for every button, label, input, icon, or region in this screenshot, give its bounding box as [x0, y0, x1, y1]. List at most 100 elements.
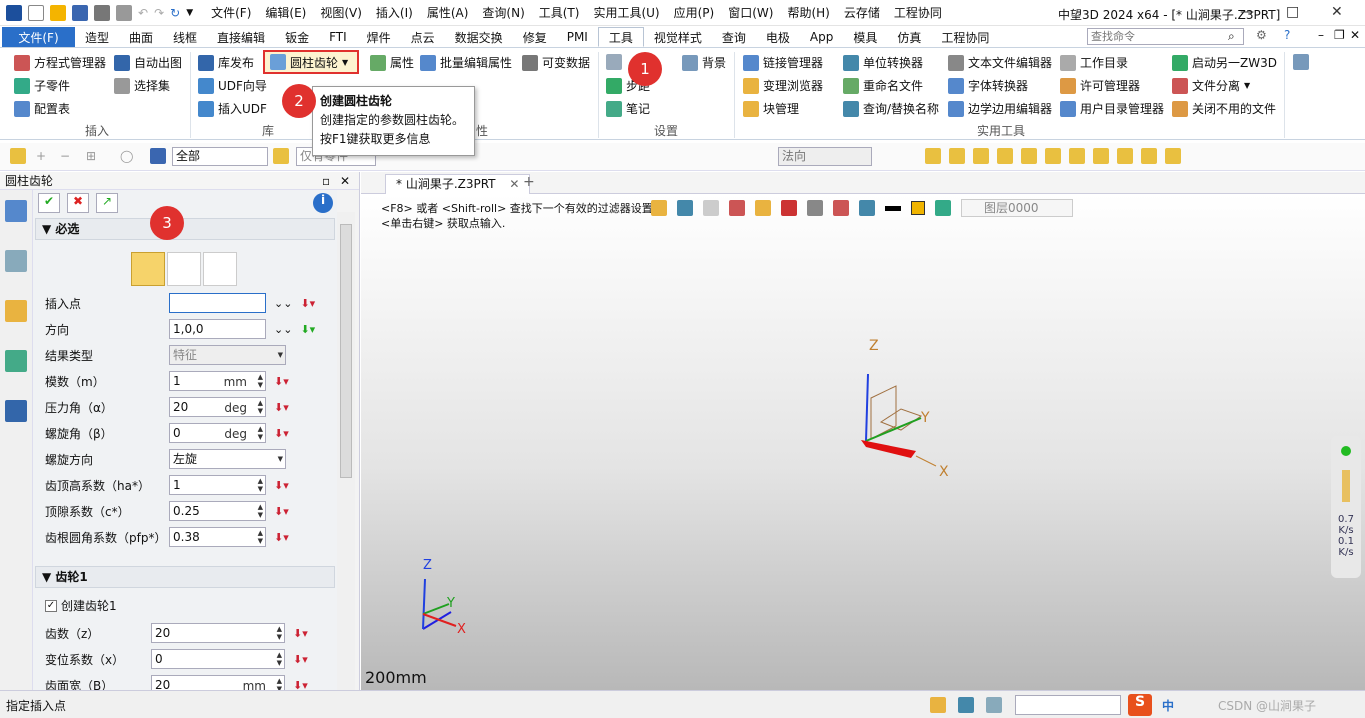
ribbon-tab[interactable]: 修复 — [513, 27, 557, 47]
gear-panel-icon[interactable] — [5, 200, 27, 222]
box-select-icon[interactable]: ⊞ — [86, 149, 96, 163]
sub-part-button[interactable]: 子零件 — [14, 77, 70, 94]
ribbon-tab[interactable]: 工程协同 — [931, 27, 999, 47]
user-directory-manager-button[interactable]: 用户目录管理器 — [1060, 100, 1164, 117]
field-input[interactable]: 20 mm ▲ ▼ — [151, 675, 285, 690]
menu-item[interactable]: 工程协同 — [894, 4, 942, 21]
new-file-icon[interactable] — [28, 4, 44, 21]
add-icon[interactable]: + — [36, 149, 46, 163]
menu-item[interactable]: 查询(N) — [482, 4, 524, 21]
font-converter-button[interactable]: 字体转换器 — [948, 77, 1028, 94]
field-input[interactable]: 1 mm ▲ ▼ — [169, 371, 266, 391]
field-input[interactable]: 左旋 ▼ — [169, 449, 286, 469]
remove-icon[interactable]: − — [60, 149, 70, 163]
document-tab[interactable]: * 山涧果子.Z3PRT ✕ — [385, 174, 531, 194]
spinner-icon[interactable]: ▲ ▼ — [258, 373, 263, 389]
spinner-icon[interactable]: ▲ ▼ — [277, 625, 282, 641]
spinner-icon[interactable]: ▲ ▼ — [258, 503, 263, 519]
ime-logo-icon[interactable]: S — [1128, 694, 1152, 716]
lasso-icon[interactable]: ◯ — [120, 149, 133, 163]
menu-item[interactable]: 编辑(E) — [265, 4, 306, 21]
print-preview-icon[interactable] — [116, 4, 132, 21]
snap-icon[interactable] — [925, 148, 941, 164]
settings-button[interactable] — [606, 54, 622, 70]
snap-icon[interactable] — [1069, 148, 1085, 164]
field-input[interactable] — [169, 293, 266, 313]
close-icon[interactable]: ✕ — [340, 172, 350, 190]
menu-item[interactable]: 应用(P) — [674, 4, 715, 21]
pick-option-icon[interactable]: ⬇▾ — [274, 505, 289, 518]
pick-option-icon[interactable]: ⬇▾ — [293, 653, 308, 666]
field-input[interactable]: 1 ▲ ▼ — [169, 475, 266, 495]
snap-icon[interactable] — [1093, 148, 1109, 164]
status-input[interactable] — [1015, 695, 1121, 715]
ribbon-tab[interactable]: 曲面 — [119, 27, 163, 47]
ribbon-close-icon[interactable]: ✕ — [1350, 28, 1360, 42]
gear-icon[interactable]: ⚙ — [1256, 28, 1267, 42]
pick-option-icon[interactable]: ⬇▾ — [274, 479, 289, 492]
apply-button[interactable]: ↗ — [96, 193, 118, 213]
snap-icon[interactable] — [1117, 148, 1133, 164]
user-icon[interactable] — [5, 400, 27, 422]
info-icon[interactable]: i — [313, 193, 333, 213]
variable-browser-button[interactable]: 变理浏览器 — [743, 77, 823, 94]
menu-item[interactable]: 文件(F) — [211, 4, 251, 21]
add-tab-icon[interactable]: + — [523, 174, 535, 190]
menu-item[interactable]: 实用工具(U) — [593, 4, 659, 21]
3d-viewport[interactable]: <F8> 或者 <Shift-roll> 查找下一个有效的过滤器设置. <单击右… — [361, 194, 1365, 690]
block-manager-button[interactable]: 块管理 — [743, 100, 799, 117]
notes-button[interactable]: 笔记 — [606, 100, 650, 117]
spinner-icon[interactable]: ▲ ▼ — [258, 477, 263, 493]
snap-icon[interactable] — [1021, 148, 1037, 164]
equation-manager-button[interactable]: 方程式管理器 — [14, 54, 106, 71]
ribbon-tab[interactable]: 线框 — [163, 27, 207, 47]
filter-toggle-icon[interactable] — [273, 148, 289, 164]
attribute-button[interactable]: 属性 — [370, 54, 414, 71]
undo-icon[interactable]: ↶ — [138, 6, 148, 20]
print-icon[interactable] — [94, 4, 110, 21]
save-icon[interactable] — [72, 4, 88, 21]
status-list-icon[interactable] — [986, 697, 1002, 713]
pick-option-icon[interactable]: ⬇▾ — [274, 427, 289, 440]
ribbon-tab[interactable]: FTI — [319, 27, 357, 47]
snap-icon[interactable] — [997, 148, 1013, 164]
pick-option-icon[interactable]: ⬇▾ — [293, 627, 308, 640]
file-split-button[interactable]: 文件分离 ▼ — [1172, 77, 1250, 94]
menu-item[interactable]: 插入(I) — [376, 4, 413, 21]
chevron-down-icon[interactable]: ▼ — [278, 351, 283, 359]
spinner-icon[interactable]: ▲ ▼ — [258, 529, 263, 545]
status-view-icon[interactable] — [930, 697, 946, 713]
background-button[interactable]: 背景 — [682, 54, 726, 71]
ribbon-tab[interactable]: 钣金 — [275, 27, 319, 47]
selection-set-button[interactable]: 选择集 — [114, 77, 170, 94]
menu-item[interactable]: 视图(V) — [320, 4, 362, 21]
batch-edit-attr-button[interactable]: 批量编辑属性 — [420, 54, 512, 71]
pick-option-icon[interactable]: ⬇▾ — [274, 531, 289, 544]
snap-icon[interactable] — [973, 148, 989, 164]
snap-icon[interactable] — [1141, 148, 1157, 164]
ime-mode-label[interactable]: 中 — [1162, 697, 1174, 714]
create-gear1-checkbox[interactable]: ✓ 创建齿轮1 — [45, 597, 117, 614]
ribbon-tab[interactable]: App — [800, 27, 843, 47]
refresh-icon[interactable]: ↻ — [170, 6, 180, 20]
expand-icon[interactable]: ⌄⌄ — [274, 297, 292, 310]
rack-gear-icon[interactable] — [203, 252, 237, 286]
pick-option-icon[interactable]: ⬇▾ — [300, 297, 315, 310]
ribbon-tab[interactable]: 焊件 — [357, 27, 401, 47]
ribbon-tab[interactable]: 造型 — [75, 27, 119, 47]
spinner-icon[interactable]: ▲ ▼ — [258, 425, 263, 441]
direction-dropdown[interactable]: 法向 — [778, 147, 872, 166]
query-replace-name-button[interactable]: 查询/替换名称 — [843, 100, 939, 117]
snap-icon[interactable] — [1165, 148, 1181, 164]
spinner-icon[interactable]: ▲ ▼ — [258, 399, 263, 415]
snap-icon[interactable] — [949, 148, 965, 164]
pick-option-icon[interactable]: ⬇▾ — [274, 375, 289, 388]
cylindrical-gear-button[interactable]: 圆柱齿轮 ▼ — [263, 50, 359, 74]
ribbon-tab[interactable]: PMI — [557, 27, 598, 47]
pin-icon[interactable]: ▫ — [322, 172, 330, 190]
close-button[interactable]: ✕ — [1331, 4, 1343, 20]
menu-item[interactable]: 帮助(H) — [787, 4, 829, 21]
field-input[interactable]: 0 deg ▲ ▼ — [169, 423, 266, 443]
panel-scrollbar[interactable] — [337, 212, 355, 690]
external-gear-icon[interactable] — [131, 252, 165, 286]
